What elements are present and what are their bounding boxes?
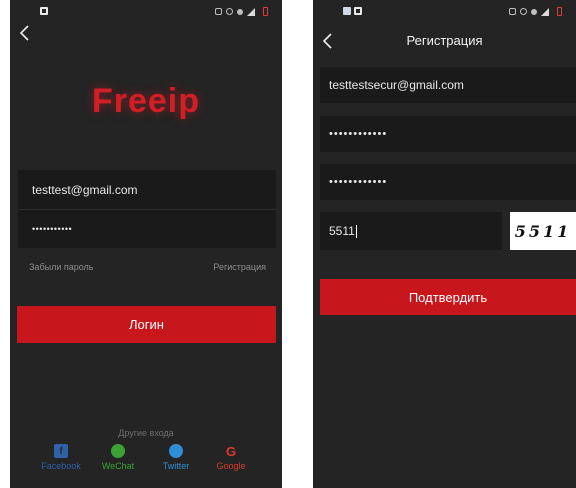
battery-icon [263,7,268,16]
google-label: Google [216,461,246,471]
sim-icon [215,8,222,15]
captcha-input[interactable]: 5511 [320,212,502,250]
gallery-icon [343,7,351,15]
vibrate-icon [226,8,233,15]
signal-icon [541,7,549,16]
wifi-icon [237,8,243,15]
wifi-icon [531,8,537,15]
notification-icon [354,7,362,15]
confirm-button[interactable]: Подтвердить [320,279,576,315]
twitter-icon [169,444,183,458]
captcha-image-text: 5511 [514,221,572,241]
email-value: testtestsecur@gmail.com [329,78,464,92]
forgot-password-link[interactable]: Забыли пароль [29,262,93,272]
vibrate-icon [520,8,527,15]
wechat-label: WeChat [101,461,135,471]
password-field[interactable]: •••••••••••• [320,116,576,152]
status-bar [313,0,576,22]
twitter-login-button[interactable]: Twitter [154,444,198,471]
freeip-logo: Freeip [91,82,201,120]
registration-screen: Регистрация testtestsecur@gmail.com ••••… [313,0,576,488]
password-field[interactable]: ••••••••••• [18,210,276,248]
facebook-icon: f [54,444,68,458]
google-login-button[interactable]: G Google [209,443,253,472]
back-arrow-icon[interactable] [16,24,34,42]
login-button[interactable]: Логин [17,306,276,343]
email-field[interactable]: testtestsecur@gmail.com [320,67,576,103]
sim-icon [509,8,516,15]
page-title: Регистрация [406,33,483,48]
confirm-password-field[interactable]: •••••••••••• [320,164,576,200]
wechat-icon [111,444,125,458]
text-cursor [355,224,357,238]
email-value: testtest@gmail.com [32,182,138,197]
twitter-label: Twitter [162,461,190,471]
captcha-image[interactable]: 5511 [510,212,576,250]
facebook-label: Facebook [41,461,81,471]
login-screen: Freeip testtest@gmail.com ••••••••••• За… [10,0,282,488]
confirm-password-value: •••••••••••• [329,176,388,188]
google-icon: G [225,443,237,459]
notification-icon [40,7,48,15]
facebook-login-button[interactable]: f Facebook [39,444,83,471]
wechat-login-button[interactable]: WeChat [96,444,140,471]
password-value: •••••••••••• [329,128,388,140]
signal-icon [247,7,255,16]
status-bar [10,0,282,22]
email-field[interactable]: testtest@gmail.com [18,170,276,209]
password-value: ••••••••••• [32,224,73,234]
captcha-input-value: 5511 [329,224,355,238]
register-link[interactable]: Регистрация [213,262,266,272]
other-logins-label: Другие входа [118,428,174,438]
battery-icon [557,7,562,16]
